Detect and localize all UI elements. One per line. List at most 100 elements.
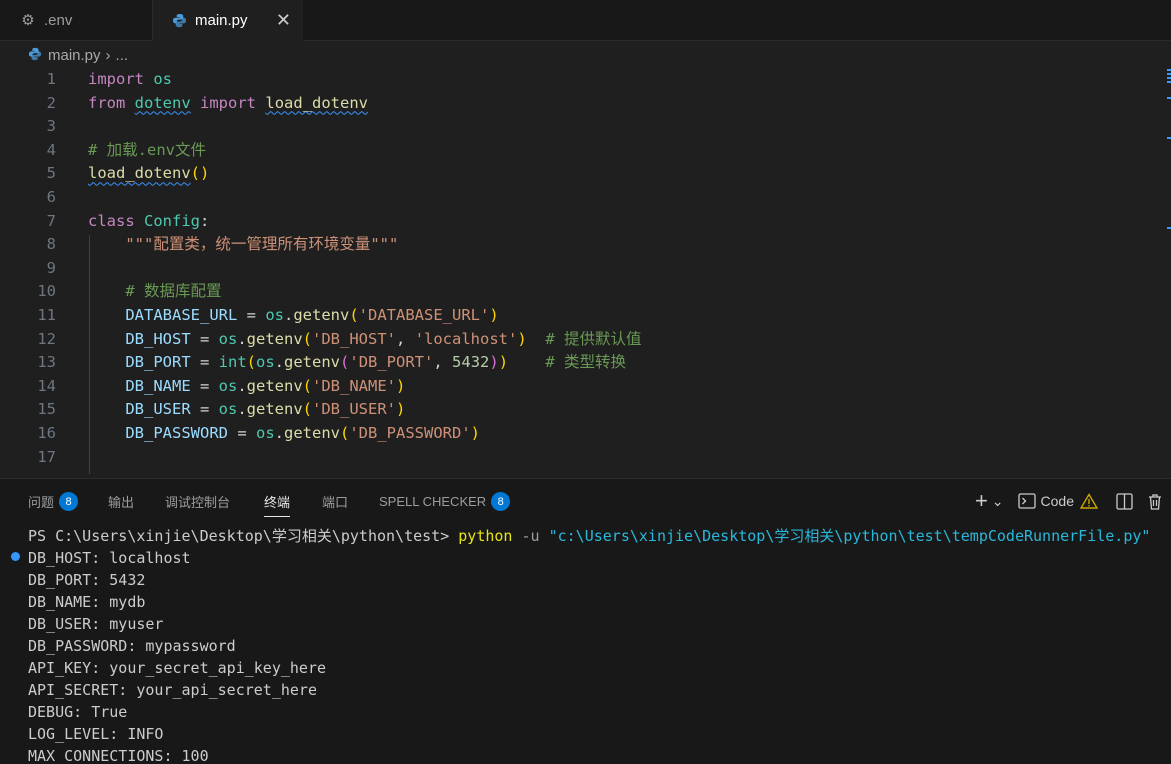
terminal-profile-button[interactable]: Code [1017,493,1074,509]
code-line[interactable]: 16 DB_PASSWORD = os.getenv('DB_PASSWORD'… [0,421,1160,445]
tab-output[interactable]: 输出 [108,492,134,511]
code-token: int [218,353,247,372]
code-line[interactable]: 8 """配置类，统一管理所有环境变量""" [0,232,1160,256]
code-line[interactable]: 15 DB_USER = os.getenv('DB_USER') [0,397,1160,421]
line-number: 14 [37,376,56,395]
code-token: getenv [246,329,303,348]
trash-icon[interactable] [1147,493,1163,510]
breadcrumb-symbol[interactable]: ... [116,47,129,64]
python-icon [28,47,42,64]
code-token: dotenv [134,93,191,112]
terminal-output-line: DB_NAME: mydb [28,593,146,611]
code-token: = [190,376,219,395]
code-token: , [396,329,415,348]
code-editor[interactable]: 1 import os 2 from dotenv import load_doten… [0,67,1171,474]
code-line[interactable]: 3 [0,114,1160,138]
code-token: getenv [293,306,350,324]
chevron-down-icon[interactable]: ⌄ [992,493,1004,510]
terminal-output-line: DB_USER: myuser [28,615,164,633]
terminal-command-line: PS C:\Users\xinjie\Desktop\学习相关\python\t… [28,525,1150,547]
tab-terminal[interactable]: 终端 [264,492,291,517]
tab-spell-checker[interactable]: SPELL CHECKER 8 [379,492,511,511]
split-terminal-icon[interactable] [1116,492,1133,510]
code-token: ) [396,376,406,395]
code-line[interactable]: 5 load_dotenv() [0,161,1160,185]
code-line[interactable]: 10 # 数据库配置 [0,279,1160,303]
terminal-icon [1017,493,1036,509]
code-line[interactable]: 6 [0,185,1160,209]
code-token: # 数据库配置 [125,282,222,301]
tab-terminal-label: 终端 [264,495,291,510]
terminal-output-line: API_SECRET: your_api_secret_here [28,681,317,699]
code-text: # 数据库配置 [88,279,222,303]
line-number: 7 [46,211,56,230]
code-token: # 提供默认值 [545,329,642,348]
code-line[interactable]: 12 DB_HOST = os.getenv('DB_HOST', 'local… [0,327,1160,351]
code-token: ) [517,329,527,348]
code-text: class Config: [88,209,209,233]
code-line[interactable]: 9 [0,256,1160,280]
active-tab-underline [264,516,291,517]
line-number: 9 [46,258,56,277]
code-line[interactable]: 1 import os [0,67,1160,91]
code-token: class [88,211,135,230]
code-token: ( [340,353,350,372]
line-number: 2 [46,93,56,112]
terminal-profile-label: Code [1040,493,1074,509]
code-token: load_dotenv [88,164,191,183]
code-line[interactable]: 14 DB_NAME = os.getenv('DB_NAME') [0,374,1160,398]
code-line[interactable]: 4 # 加载.env文件 [0,138,1160,162]
tab-output-label: 输出 [108,495,135,510]
tab-problems[interactable]: 问题 8 [28,492,79,511]
terminal-prompt: PS C:\Users\xinjie\Desktop\学习相关\python\t… [28,527,459,545]
breadcrumb-file[interactable]: main.py [48,47,101,64]
code-token: os [256,353,275,372]
code-line[interactable]: 7 class Config: [0,209,1160,233]
terminal[interactable]: PS C:\Users\xinjie\Desktop\学习相关\python\t… [0,523,1171,764]
warning-icon[interactable] [1080,493,1098,509]
gear-icon: ⚙ [21,12,35,29]
line-number: 11 [37,306,56,324]
code-token: () [190,164,210,183]
code-token: # 类型转换 [545,353,627,372]
tab-env[interactable]: ⚙ .env [0,0,153,40]
code-line[interactable]: 2 from dotenv import load_dotenv [0,91,1160,115]
breadcrumb: main.py › ... [28,44,128,66]
code-text: """配置类，统一管理所有环境变量""" [88,232,398,256]
code-line[interactable]: 13 DB_PORT = int(os.getenv('DB_PORT', 54… [0,350,1160,374]
code-line[interactable]: 11 DATABASE_URL = os.getenv('DATABASE_UR… [0,303,1160,327]
line-number: 8 [46,235,56,254]
code-token: 5432 [452,353,490,372]
new-terminal-button[interactable]: + [975,490,988,512]
tab-problems-label: 问题 [28,495,55,510]
code-token: import [200,93,257,112]
line-number: 15 [37,400,56,419]
code-token: import [88,70,144,88]
code-token: 'DB_PORT' [349,353,434,372]
tab-main-py[interactable]: main.py ✕ [153,0,303,41]
tab-ports[interactable]: 端口 [322,492,348,511]
code-text: from dotenv import load_dotenv [88,91,368,115]
tab-spell-checker-label: SPELL CHECKER [379,494,487,509]
code-text: # 加载.env文件 [88,138,206,162]
code-token: = [190,353,219,372]
terminal-output-line: DB_HOST: localhost [28,549,191,567]
python-icon [171,13,187,29]
code-token: getenv [284,353,341,372]
code-token: ( [302,400,313,419]
close-icon[interactable]: ✕ [276,10,291,31]
tab-debug-console-label: 调试控制台 [165,495,231,510]
code-line[interactable]: 17 [0,445,1160,469]
code-token: . [237,329,247,348]
code-token: DATABASE_URL [125,306,238,324]
panel-tabs: 问题 8 输出 调试控制台 终端 端口 SPELL CHECKER 8 + ⌄ … [0,479,1171,523]
line-number: 10 [37,282,56,301]
tab-debug-console[interactable]: 调试控制台 [165,492,230,511]
code-token: 'DB_HOST' [312,329,397,348]
command-decoration-icon[interactable] [11,552,20,561]
code-token: os [218,400,238,419]
